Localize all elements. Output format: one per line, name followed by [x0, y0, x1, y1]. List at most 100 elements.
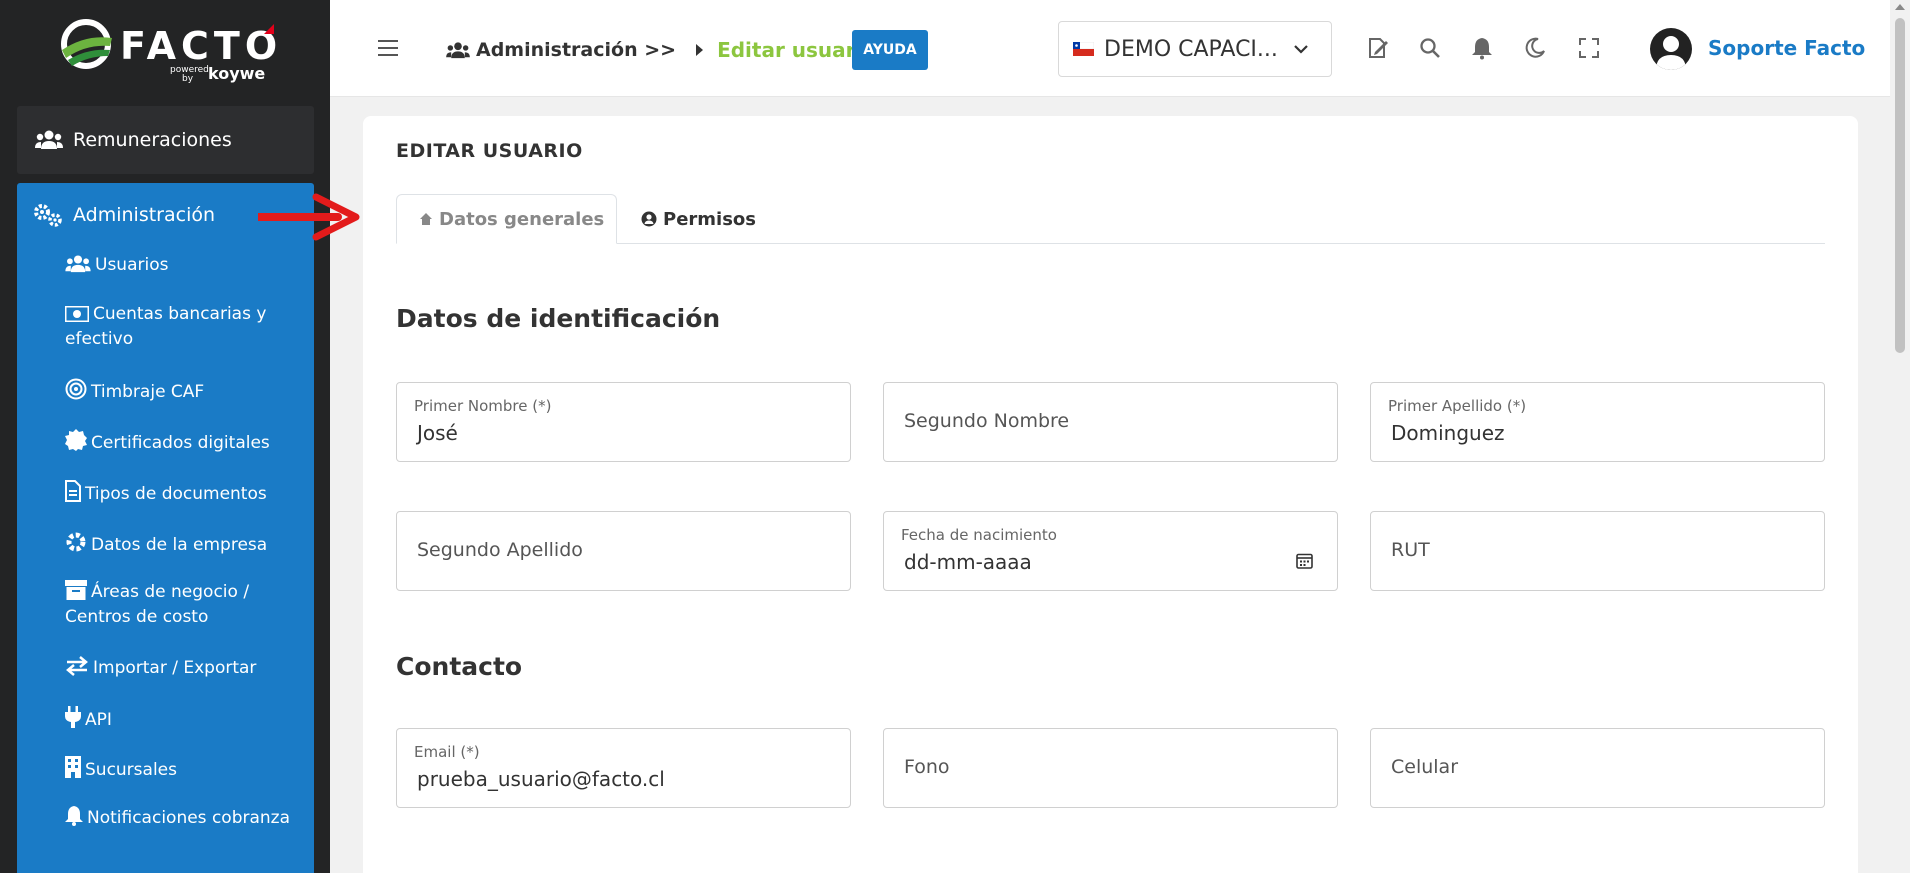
- field-value: dd-mm-aaaa: [904, 550, 1032, 574]
- first-surname-field[interactable]: Primer Apellido (*) Dominguez: [1370, 382, 1825, 462]
- section-title-contacto: Contacto: [396, 652, 523, 681]
- sidebar-item-label: Datos de la empresa: [91, 535, 268, 555]
- field-value: Dominguez: [1391, 421, 1505, 445]
- field-placeholder: Fono: [904, 756, 950, 778]
- tab-permisos[interactable]: Permisos: [641, 194, 756, 244]
- facto-swoosh-icon: [61, 19, 112, 69]
- phone-field[interactable]: Fono: [883, 728, 1338, 808]
- middle-name-field[interactable]: Segundo Nombre: [883, 382, 1338, 462]
- chevron-down-icon: [1294, 45, 1308, 54]
- sidebar: FACTO powered by koywe Remuneraciones Adm…: [0, 0, 330, 873]
- avatar[interactable]: [1650, 28, 1692, 70]
- tab-label: Permisos: [663, 208, 756, 230]
- calendar-icon[interactable]: [1296, 552, 1313, 569]
- logo-powered-by: by: [182, 74, 194, 84]
- sidebar-section-header[interactable]: Administración: [33, 203, 215, 227]
- field-label: Primer Apellido (*): [1388, 397, 1527, 415]
- mobile-field[interactable]: Celular: [1370, 728, 1825, 808]
- users-icon: [446, 41, 470, 58]
- sidebar-item-label: Importar / Exportar: [93, 658, 257, 678]
- sidebar-item-areas-negocio[interactable]: Áreas de negocio / Centros de costo: [65, 580, 305, 630]
- sidebar-item-label: Certificados digitales: [91, 433, 270, 453]
- sidebar-item-notificaciones-cobranza[interactable]: Notificaciones cobranza: [65, 806, 305, 831]
- money-icon: [65, 306, 89, 322]
- sidebar-item-label: Usuarios: [95, 255, 169, 275]
- search-icon[interactable]: [1418, 36, 1442, 60]
- tab-datos-generales[interactable]: Datos generales: [396, 194, 617, 244]
- bell-icon: [65, 806, 83, 826]
- page-title: EDITAR USUARIO: [396, 140, 583, 162]
- scrollbar-thumb[interactable]: [1895, 18, 1905, 353]
- chile-flag-icon: [1073, 42, 1094, 56]
- sign-document-icon[interactable]: [1366, 36, 1390, 60]
- dark-mode-moon-icon[interactable]: [1523, 36, 1547, 60]
- file-icon: [65, 480, 81, 502]
- home-icon: [420, 213, 432, 225]
- logo-powered: powered by: [170, 66, 209, 84]
- gear-icon: [66, 532, 86, 552]
- sidebar-item-certificados[interactable]: Certificados digitales: [65, 429, 305, 456]
- company-selector-value: DEMO CAPACI...: [1104, 36, 1278, 62]
- sidebar-item-label: Cuentas bancarias y efectivo: [65, 304, 267, 349]
- logo-partner: koywe: [208, 64, 266, 83]
- sidebar-section-label: Administración: [73, 204, 216, 226]
- company-selector[interactable]: DEMO CAPACI...: [1058, 21, 1332, 77]
- target-icon: [65, 378, 87, 400]
- email-field[interactable]: Email (*) prueba_usuario@facto.cl: [396, 728, 851, 808]
- field-value: José: [417, 421, 458, 445]
- field-label: Fecha de nacimiento: [901, 526, 1057, 544]
- building-icon: [65, 756, 81, 778]
- field-label: Email (*): [414, 743, 480, 761]
- sidebar-item-sucursales[interactable]: Sucursales: [65, 756, 305, 783]
- sidebar-item-datos-empresa[interactable]: Datos de la empresa: [65, 531, 305, 558]
- certificate-icon: [65, 429, 87, 451]
- sidebar-item-label: Notificaciones cobranza: [87, 808, 291, 828]
- sidebar-item-remuneraciones[interactable]: Remuneraciones: [17, 106, 314, 174]
- section-title-identificacion: Datos de identificación: [396, 304, 721, 333]
- help-button[interactable]: AYUDA: [852, 30, 928, 70]
- red-arrow-annotation: [258, 193, 360, 241]
- logo-accent-icon: [264, 24, 274, 34]
- rut-field[interactable]: RUT: [1370, 511, 1825, 591]
- sidebar-item-cuentas-bancarias[interactable]: Cuentas bancarias y efectivo: [65, 302, 305, 352]
- field-value: prueba_usuario@facto.cl: [417, 767, 665, 791]
- field-label: Primer Nombre (*): [414, 397, 552, 415]
- users-icon: [35, 130, 63, 149]
- fullscreen-icon[interactable]: [1577, 36, 1601, 60]
- sidebar-item-label: Timbraje CAF: [91, 382, 205, 402]
- sidebar-item-label: Remuneraciones: [73, 129, 232, 151]
- exchange-icon: [66, 656, 88, 676]
- sidebar-item-label: API: [85, 710, 112, 730]
- sidebar-item-label: Sucursales: [85, 760, 177, 780]
- field-placeholder: Celular: [1391, 756, 1459, 778]
- sidebar-item-importar-exportar[interactable]: Importar / Exportar: [65, 656, 305, 681]
- users-icon: [65, 255, 91, 273]
- sidebar-item-timbraje-caf[interactable]: Timbraje CAF: [65, 378, 305, 405]
- field-placeholder: Segundo Nombre: [904, 410, 1070, 432]
- sidebar-item-label: Tipos de documentos: [85, 484, 267, 504]
- plug-icon: [65, 706, 81, 728]
- scroll-up-arrow-icon[interactable]: [1895, 4, 1905, 10]
- sidebar-item-usuarios[interactable]: Usuarios: [65, 253, 305, 278]
- archive-icon: [65, 580, 87, 600]
- birth-date-field[interactable]: Fecha de nacimiento dd-mm-aaaa: [883, 511, 1338, 591]
- breadcrumb-caret-icon: [696, 44, 704, 56]
- field-placeholder: RUT: [1391, 539, 1430, 561]
- sidebar-item-api[interactable]: API: [65, 706, 305, 733]
- user-name[interactable]: Soporte Facto: [1708, 36, 1865, 60]
- sidebar-item-label: Áreas de negocio / Centros de costo: [65, 582, 250, 627]
- tab-bar: Datos generales Permisos: [396, 194, 1825, 244]
- logo-text: FACTO: [120, 24, 283, 68]
- sidebar-section-administracion: Administración Usuarios Cuentas bancaria…: [17, 183, 314, 873]
- sidebar-item-tipos-documentos[interactable]: Tipos de documentos: [65, 480, 305, 507]
- breadcrumb-parent[interactable]: Administración >>: [476, 39, 676, 61]
- bell-icon[interactable]: [1470, 36, 1494, 60]
- facto-logo[interactable]: FACTO powered by koywe: [58, 16, 278, 86]
- edit-user-card: EDITAR USUARIO Datos generales Permisos …: [363, 116, 1858, 873]
- page-scrollbar[interactable]: [1890, 0, 1910, 873]
- second-surname-field[interactable]: Segundo Apellido: [396, 511, 851, 591]
- first-name-field[interactable]: Primer Nombre (*) José: [396, 382, 851, 462]
- breadcrumb: Administración >> Editar usuario: [446, 38, 876, 62]
- hamburger-menu-icon[interactable]: [378, 40, 398, 58]
- gears-icon: [34, 204, 62, 227]
